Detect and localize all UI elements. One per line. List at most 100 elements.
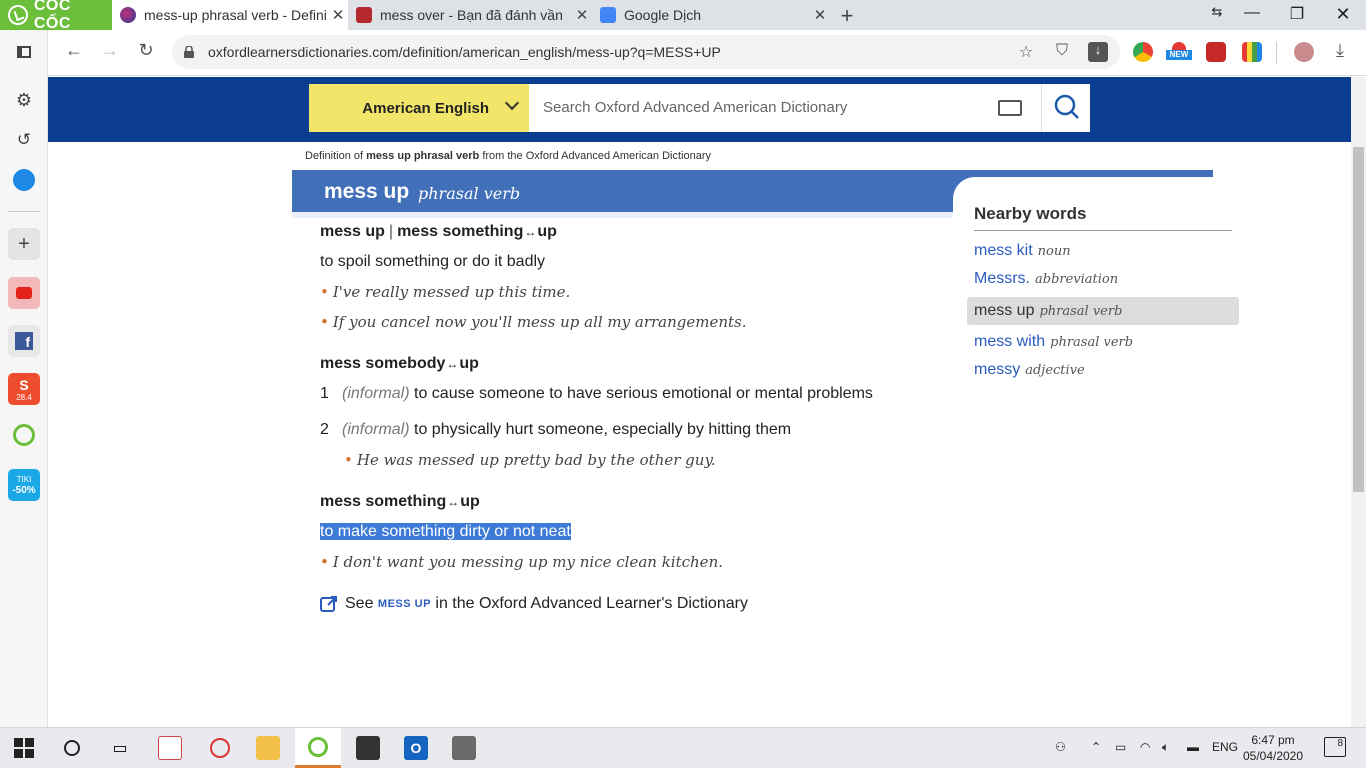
lock-icon	[184, 45, 194, 58]
see-also-link[interactable]: See MESS UP in the Oxford Advanced Learn…	[320, 595, 748, 613]
facebook-icon[interactable]: f	[8, 325, 40, 357]
vertical-scrollbar[interactable]	[1351, 77, 1366, 727]
history-icon[interactable]: ↺	[8, 124, 40, 156]
tray-chevron-icon[interactable]: ⌃	[1091, 740, 1101, 754]
windows-start-icon[interactable]	[12, 736, 36, 760]
coccoc-logo-icon	[8, 5, 28, 25]
outlook-icon[interactable]: O	[404, 736, 428, 760]
bookmark-star-icon[interactable]: ☆	[1016, 42, 1036, 62]
add-shortcut-icon[interactable]: +	[8, 228, 40, 260]
new-extension-icon[interactable]: NEW	[1166, 42, 1192, 62]
shopee-icon[interactable]: S 28.4	[8, 373, 40, 405]
chrome-extension-icon[interactable]	[1133, 42, 1153, 62]
file-explorer-icon[interactable]	[256, 736, 280, 760]
snipping-tool-icon[interactable]	[208, 736, 232, 760]
maximize-button[interactable]: ❐	[1287, 4, 1307, 24]
language-label: American English	[362, 99, 489, 117]
minimize-button[interactable]: —	[1242, 4, 1262, 22]
coccoc-menu-button[interactable]: CỐC CỐC	[0, 0, 112, 32]
tiki-icon[interactable]: TIKI -50%	[8, 469, 40, 501]
tab-close-icon[interactable]: ✕	[328, 6, 348, 24]
nearby-word[interactable]: mess kit noun	[967, 237, 1239, 265]
tab-title: Google Dịch	[624, 7, 702, 23]
definition-selected[interactable]: to make something dirty or not neat	[320, 523, 571, 541]
tab-close-icon[interactable]: ✕	[572, 6, 592, 24]
search-placeholder: Search Oxford Advanced American Dictiona…	[543, 99, 848, 116]
brand-name: CỐC CỐC	[33, 0, 71, 32]
sticky-notes-icon[interactable]	[356, 736, 380, 760]
keyboard-icon[interactable]	[998, 100, 1022, 116]
display-icon[interactable]: ▬	[1187, 740, 1199, 754]
dictionary-search-input[interactable]: Search Oxford Advanced American Dictiona…	[529, 84, 1041, 132]
chevron-down-icon	[504, 95, 520, 111]
color-extension-icon[interactable]	[1242, 42, 1262, 62]
example: • I've really messed up this time.	[320, 283, 571, 301]
tiki-discount: -50%	[12, 485, 36, 496]
headword: mess up	[324, 180, 410, 203]
numbered-sense: 2 (informal) to physically hurt someone, …	[320, 421, 792, 438]
volume-icon[interactable]: 🔈︎	[1162, 740, 1169, 755]
oxford-favicon-icon	[120, 7, 136, 23]
oxford-header: American English Search Oxford Advanced …	[48, 77, 1351, 142]
search-button[interactable]	[1041, 84, 1090, 132]
nearby-word[interactable]: Messrs. abbreviation	[967, 265, 1239, 293]
nearby-word[interactable]: mess with phrasal verb	[967, 328, 1239, 356]
nearby-words-title: Nearby words	[974, 204, 1087, 223]
notifications-icon[interactable]: 8	[1324, 737, 1346, 757]
profile-avatar[interactable]	[1294, 42, 1314, 62]
scrollbar-thumb[interactable]	[1353, 147, 1364, 492]
shopee-badge: 28.4	[16, 392, 32, 402]
forward-button[interactable]: →	[98, 40, 122, 61]
search-circle-icon[interactable]	[60, 736, 84, 760]
tiki-label: TIKI	[16, 475, 32, 484]
external-link-icon	[320, 596, 337, 612]
sidebar-toggle-icon[interactable]	[8, 36, 40, 68]
cambridge-favicon-icon	[356, 7, 372, 23]
settings-icon[interactable]: ⚙	[8, 84, 40, 116]
shield-icon[interactable]: ⛉	[1052, 42, 1072, 62]
nearby-word-current[interactable]: mess up phrasal verb	[967, 297, 1239, 325]
tab-close-icon[interactable]: ✕	[810, 6, 830, 24]
definition: to spoil something or do it badly	[320, 253, 546, 270]
coccoc-app-icon[interactable]	[8, 419, 40, 451]
back-button[interactable]: ←	[62, 40, 86, 61]
tab-oxford[interactable]: mess-up phrasal verb - Defini ✕	[112, 0, 348, 30]
search-icon	[1054, 94, 1079, 119]
nearby-word[interactable]: messy adjective	[967, 356, 1239, 384]
youtube-icon[interactable]	[8, 277, 40, 309]
tab-mess-over[interactable]: mess over - Bạn đã đánh vần ✕	[348, 0, 592, 30]
clock-date: 05/04/2020	[1242, 749, 1304, 763]
address-bar[interactable]: oxfordlearnersdictionaries.com/definitio…	[172, 35, 1120, 69]
photo-app-icon[interactable]	[158, 736, 182, 760]
app-icon[interactable]	[452, 736, 476, 760]
tab-title: mess-up phrasal verb - Defini	[144, 7, 327, 23]
coccoc-taskbar-icon[interactable]	[295, 728, 341, 768]
new-badge: NEW	[1166, 50, 1192, 60]
red-extension-icon[interactable]	[1206, 42, 1226, 62]
reload-button[interactable]: ↻	[134, 40, 158, 61]
restore-tabs-icon[interactable]: ⇆	[1207, 4, 1227, 20]
tab-title: mess over - Bạn đã đánh vần	[380, 7, 563, 23]
part-of-speech: phrasal verb	[418, 184, 521, 203]
see-word[interactable]: MESS UP	[378, 598, 431, 610]
battery-icon[interactable]: ▭	[1115, 740, 1126, 754]
new-tab-button[interactable]: +	[836, 3, 858, 29]
url-text: oxfordlearnersdictionaries.com/definitio…	[208, 44, 721, 60]
google-translate-favicon-icon	[600, 7, 616, 23]
sidebar: ⚙ ↺ + f S 28.4 TIKI -50%	[0, 30, 48, 727]
messenger-icon[interactable]	[8, 164, 40, 196]
clock[interactable]: 6:47 pm 05/04/2020	[1233, 732, 1313, 764]
phrase-heading: mess something↔up	[320, 493, 480, 510]
example: • If you cancel now you'll mess up all my…	[320, 313, 747, 331]
wifi-icon[interactable]: ◠	[1140, 740, 1150, 754]
people-icon[interactable]: ⚇	[1055, 740, 1066, 754]
tab-google-translate[interactable]: Google Dịch ✕	[592, 0, 830, 30]
close-window-button[interactable]: ✕	[1333, 4, 1353, 25]
download-page-icon[interactable]: ↓	[1088, 42, 1108, 62]
language-selector[interactable]: American English	[309, 84, 529, 132]
clock-time: 6:47 pm	[1251, 733, 1295, 747]
task-view-icon[interactable]: ▭	[108, 736, 132, 760]
downloads-icon[interactable]: ⤓	[1328, 40, 1352, 61]
example: • He was messed up pretty bad by the othe…	[344, 451, 716, 469]
windows-taskbar: ▭ O ⚇ ⌃ ▭ ◠ 🔈︎ ▬ ENG 6:47 pm 05/04/2020 …	[0, 727, 1366, 768]
